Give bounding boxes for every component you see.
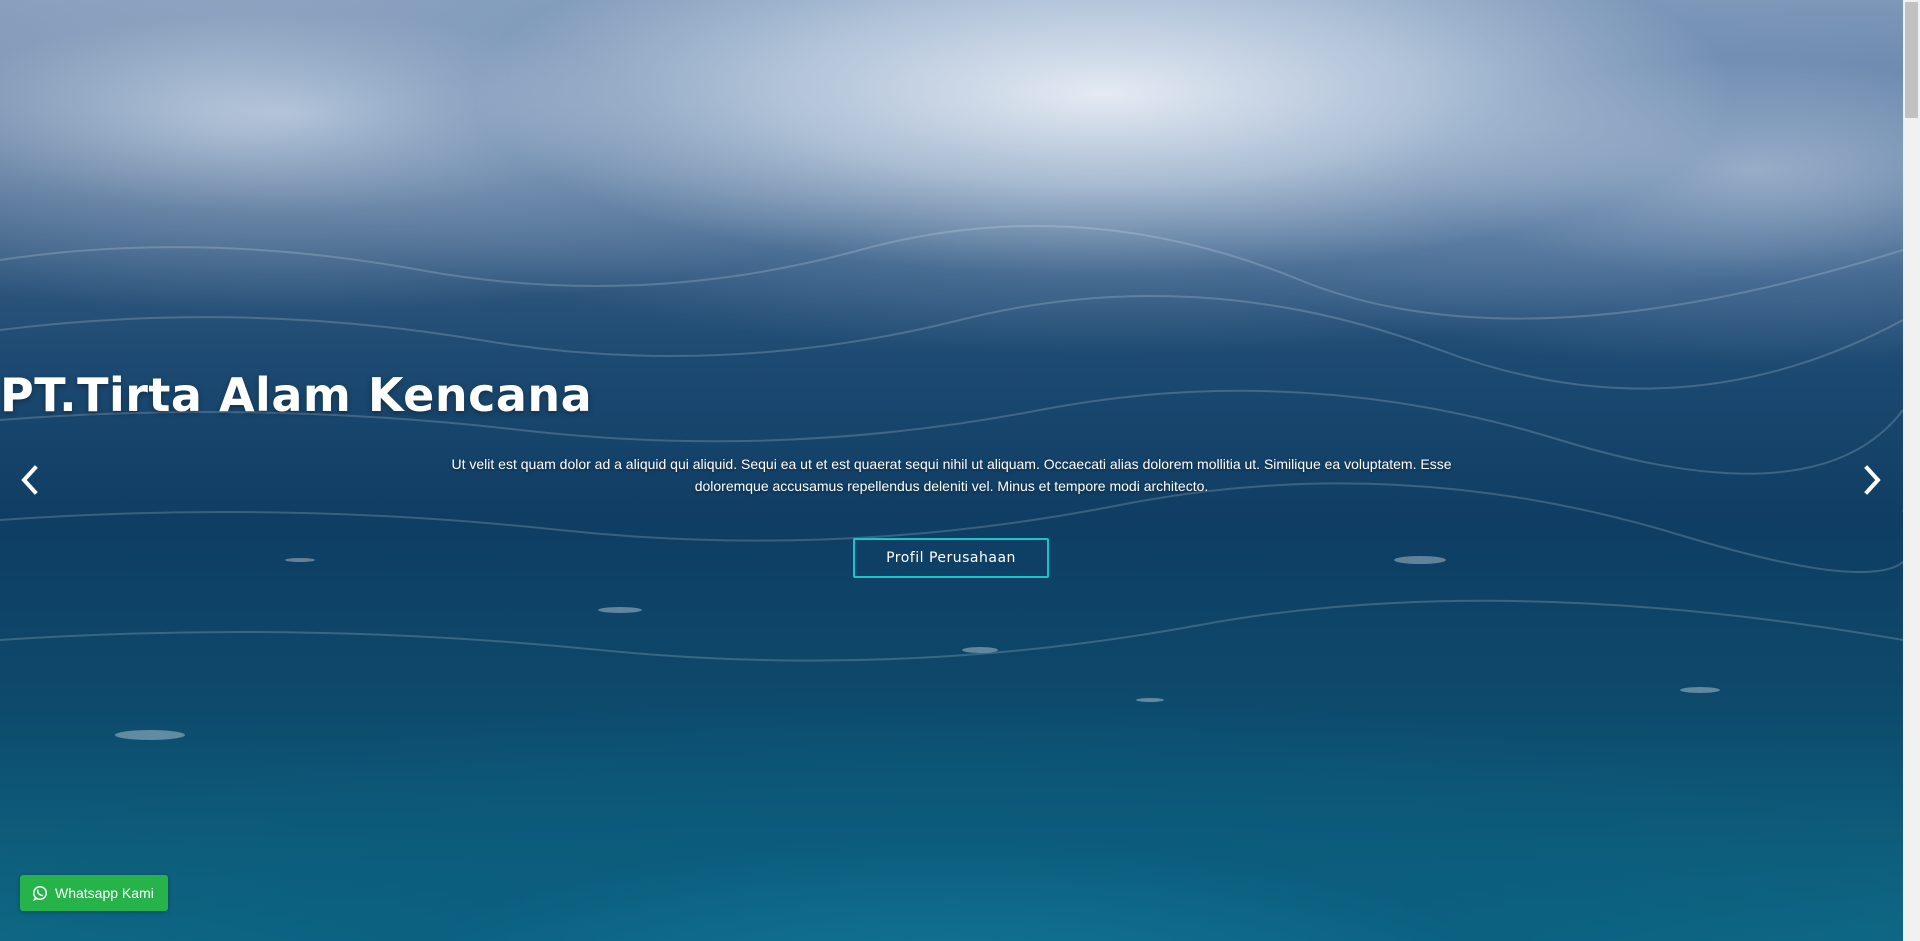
carousel-next-button[interactable]: [1854, 462, 1890, 498]
whatsapp-icon: [32, 885, 48, 901]
profil-perusahaan-button[interactable]: Profil Perusahaan: [853, 538, 1049, 578]
whatsapp-button[interactable]: Whatsapp Kami: [20, 875, 168, 911]
hero-title: PT.Tirta Alam Kencana: [0, 368, 593, 422]
chevron-left-icon: [21, 465, 38, 495]
chevron-right-icon: [1864, 465, 1881, 495]
scrollbar-thumb[interactable]: [1905, 2, 1918, 118]
hero-description: Ut velit est quam dolor ad a aliquid qui…: [451, 456, 1452, 494]
whatsapp-label: Whatsapp Kami: [55, 885, 154, 901]
page-scrollbar[interactable]: [1903, 0, 1920, 941]
carousel-prev-button[interactable]: [12, 462, 48, 498]
